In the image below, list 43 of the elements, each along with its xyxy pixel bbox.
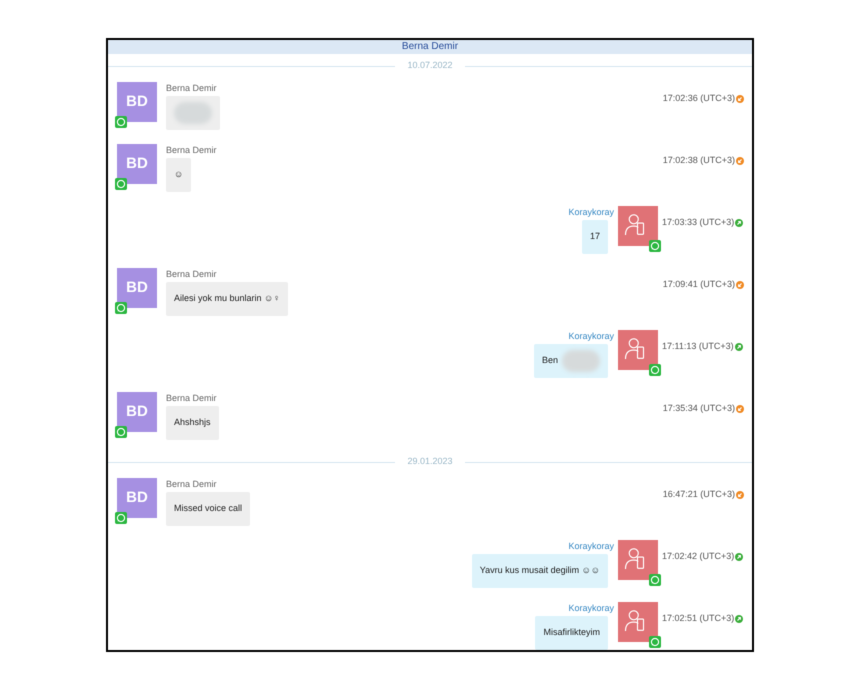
direction-icon: [736, 490, 744, 499]
message-text: Misafirlikteyim: [543, 626, 600, 640]
direction-icon: [736, 404, 744, 413]
avatar-initials: BD: [126, 402, 148, 422]
message-text: ☺: [174, 168, 184, 182]
avatar-initials: BD: [126, 92, 148, 112]
message-time: 17:11:13 (UTC+3): [662, 340, 734, 353]
message-text: 17: [590, 230, 600, 244]
message-time: 17:09:41 (UTC+3): [662, 278, 735, 291]
sender-name: Berna Demir: [166, 268, 217, 280]
message-time: 17:02:36 (UTC+3): [662, 92, 735, 105]
sender-name: Koraykoray: [568, 330, 614, 342]
avatar-initials: BD: [126, 488, 148, 508]
direction-icon: [735, 614, 744, 623]
date-separator: 10.07.2022: [406, 59, 454, 72]
message-time: 17:02:42 (UTC+3): [662, 550, 734, 563]
date-separator: 29.01.2023: [406, 455, 454, 468]
sender-name: Koraykoray: [568, 602, 614, 614]
sender-name: Berna Demir: [166, 478, 217, 490]
sender-name: Koraykoray: [568, 540, 614, 552]
message-text: Missed voice call: [174, 502, 242, 516]
direction-icon: [736, 280, 744, 289]
sender-name: Berna Demir: [166, 392, 217, 404]
message-text: Ailesi yok mu bunlarin ☺♀: [174, 292, 280, 306]
message-text: Ahshshjs: [174, 416, 211, 430]
message-text: Yavru kus musait degilim ☺☺: [480, 564, 600, 578]
avatar-initials: BD: [126, 278, 148, 298]
direction-icon: [734, 342, 743, 351]
direction-icon: [736, 156, 744, 165]
message-time: 16:47:21 (UTC+3): [662, 488, 735, 501]
message-time: 17:35:34 (UTC+3): [662, 402, 735, 415]
message-time: 17:03:33 (UTC+3): [662, 216, 734, 229]
chat-title: Berna Demir: [402, 42, 458, 52]
avatar-initials: BD: [126, 154, 148, 174]
sender-name: Berna Demir: [166, 144, 217, 156]
direction-icon: [735, 552, 744, 561]
message-text: Ben: [542, 354, 558, 368]
sender-name: Koraykoray: [568, 206, 614, 218]
sender-name: Berna Demir: [166, 82, 217, 94]
message-time: 17:02:38 (UTC+3): [662, 154, 735, 167]
direction-icon: [736, 94, 744, 103]
message-time: 17:02:51 (UTC+3): [662, 612, 734, 625]
direction-icon: [735, 218, 744, 227]
